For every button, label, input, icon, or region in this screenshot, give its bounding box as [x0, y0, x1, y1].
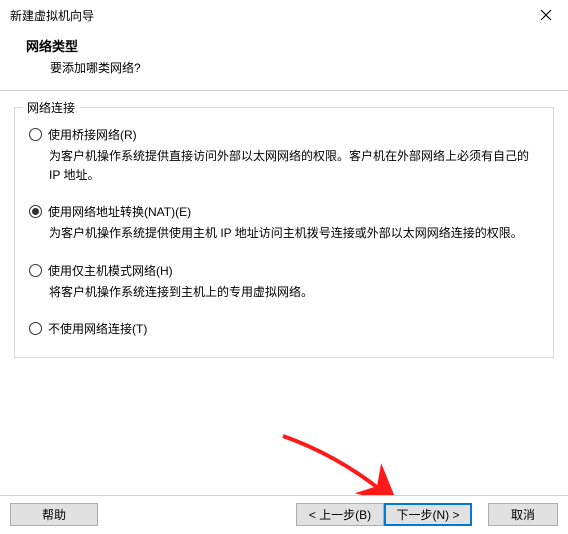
radio-icon — [29, 205, 42, 218]
radio-icon — [29, 128, 42, 141]
option-label: 不使用网络连接(T) — [48, 320, 147, 337]
radio-icon — [29, 322, 42, 335]
window-title: 新建虚拟机向导 — [10, 7, 94, 24]
radio-nat[interactable]: 使用网络地址转换(NAT)(E) — [29, 203, 539, 220]
close-icon[interactable] — [532, 1, 560, 29]
content-area: 网络连接 使用桥接网络(R) 为客户机操作系统提供直接访问外部以太网网络的权限。… — [0, 91, 568, 368]
next-button[interactable]: 下一步(N) > — [384, 503, 472, 526]
network-group: 网络连接 使用桥接网络(R) 为客户机操作系统提供直接访问外部以太网网络的权限。… — [14, 107, 554, 358]
titlebar: 新建虚拟机向导 — [0, 0, 568, 30]
page-heading: 网络类型 — [26, 36, 548, 55]
radio-hostonly[interactable]: 使用仅主机模式网络(H) — [29, 262, 539, 279]
group-label: 网络连接 — [23, 99, 79, 116]
option-label: 使用仅主机模式网络(H) — [48, 262, 173, 279]
option-hostonly: 使用仅主机模式网络(H) 将客户机操作系统连接到主机上的专用虚拟网络。 — [29, 262, 539, 302]
option-none: 不使用网络连接(T) — [29, 320, 539, 337]
wizard-header: 网络类型 要添加哪类网络? — [0, 30, 568, 90]
footer: 帮助 < 上一步(B) 下一步(N) > 取消 — [0, 495, 568, 534]
option-label: 使用网络地址转换(NAT)(E) — [48, 203, 191, 220]
cancel-button[interactable]: 取消 — [488, 503, 558, 526]
radio-icon — [29, 264, 42, 277]
option-description: 为客户机操作系统提供直接访问外部以太网网络的权限。客户机在外部网络上必须有自己的… — [49, 147, 539, 185]
page-subheading: 要添加哪类网络? — [50, 59, 548, 76]
option-label: 使用桥接网络(R) — [48, 126, 137, 143]
help-button[interactable]: 帮助 — [10, 503, 98, 526]
option-bridged: 使用桥接网络(R) 为客户机操作系统提供直接访问外部以太网网络的权限。客户机在外… — [29, 126, 539, 185]
option-nat: 使用网络地址转换(NAT)(E) 为客户机操作系统提供使用主机 IP 地址访问主… — [29, 203, 539, 243]
radio-bridged[interactable]: 使用桥接网络(R) — [29, 126, 539, 143]
back-button[interactable]: < 上一步(B) — [296, 503, 384, 526]
radio-none[interactable]: 不使用网络连接(T) — [29, 320, 539, 337]
option-description: 为客户机操作系统提供使用主机 IP 地址访问主机拨号连接或外部以太网网络连接的权… — [49, 224, 539, 243]
option-description: 将客户机操作系统连接到主机上的专用虚拟网络。 — [49, 283, 539, 302]
